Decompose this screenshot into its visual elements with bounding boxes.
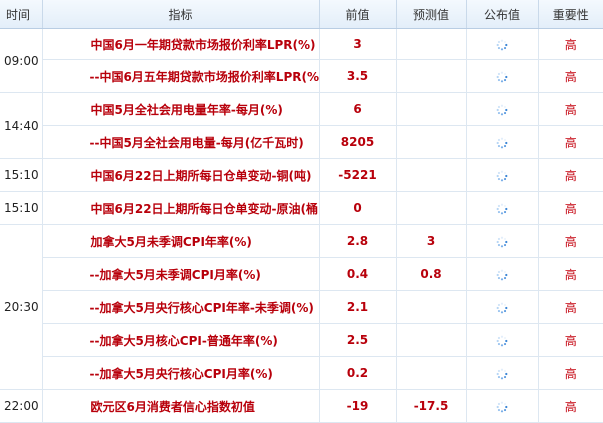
previous-value-cell: 2.5 <box>318 323 396 357</box>
header-forecast[interactable]: 预测值 <box>395 0 466 29</box>
previous-value-cell: 0 <box>318 191 396 225</box>
forecast-value-cell: -17.5 <box>395 389 466 423</box>
importance-cell: 高 <box>537 224 603 258</box>
previous-value-cell: 2.8 <box>318 224 396 258</box>
indicator-cell[interactable]: --加拿大5月央行核心CPI月率(%) <box>41 356 319 390</box>
importance-cell: 高 <box>537 28 603 60</box>
table-row[interactable]: --加拿大5月核心CPI-普通年率(%) 2.5 高 <box>0 323 603 357</box>
previous-value-cell: 2.1 <box>318 290 396 324</box>
loading-spinner-icon <box>496 401 508 412</box>
forecast-value-cell <box>395 290 466 324</box>
time-cell: 15:10 <box>0 158 42 192</box>
time-cell: 14:40 <box>0 92 42 159</box>
loading-spinner-icon <box>496 137 508 148</box>
time-cell: 22:00 <box>0 389 42 423</box>
previous-value-cell: 0.2 <box>318 356 396 390</box>
header-published[interactable]: 公布值 <box>465 0 538 29</box>
published-value-cell <box>465 356 538 390</box>
indicator-cell[interactable]: 欧元区6月消费者信心指数初值 <box>41 389 319 423</box>
published-value-cell <box>465 158 538 192</box>
importance-cell: 高 <box>537 191 603 225</box>
published-value-cell <box>465 92 538 126</box>
table-row[interactable]: 09:00 中国6月一年期贷款市场报价利率LPR(%) 3 高 <box>0 28 603 93</box>
table-row[interactable]: 15:10 中国6月22日上期所每日仓单变动-原油(桶) 0 高 <box>0 191 603 225</box>
time-cell: 15:10 <box>0 191 42 225</box>
indicator-cell[interactable]: --加拿大5月核心CPI-普通年率(%) <box>41 323 319 357</box>
table-row[interactable]: 22:00 欧元区6月消费者信心指数初值 -19 -17.5 高 <box>0 389 603 423</box>
indicator-cell[interactable]: --中国5月全社会用电量-每月(亿千瓦时) <box>41 125 319 159</box>
importance-cell: 高 <box>537 125 603 159</box>
published-value-cell <box>465 389 538 423</box>
indicator-cell[interactable]: --中国6月五年期贷款市场报价利率LPR(%) <box>41 59 319 93</box>
table-row[interactable]: --加拿大5月未季调CPI月率(%) 0.4 0.8 高 <box>0 257 603 291</box>
loading-spinner-icon <box>496 269 508 280</box>
indicator-cell[interactable]: --加拿大5月未季调CPI月率(%) <box>41 257 319 291</box>
forecast-value-cell <box>395 92 466 126</box>
indicator-cell[interactable]: 中国6月一年期贷款市场报价利率LPR(%) <box>41 28 319 60</box>
time-cell: 09:00 <box>0 28 42 93</box>
indicator-cell[interactable]: 中国6月22日上期所每日仓单变动-原油(桶) <box>41 191 319 225</box>
loading-spinner-icon <box>496 71 508 82</box>
previous-value-cell: -19 <box>318 389 396 423</box>
indicator-cell[interactable]: --加拿大5月央行核心CPI年率-未季调(%) <box>41 290 319 324</box>
table-row[interactable]: --加拿大5月央行核心CPI月率(%) 0.2 高 <box>0 356 603 390</box>
published-value-cell <box>465 290 538 324</box>
published-value-cell <box>465 28 538 60</box>
table-row[interactable]: 14:40 中国5月全社会用电量年率-每月(%) 6 高 <box>0 92 603 159</box>
importance-cell: 高 <box>537 59 603 93</box>
published-value-cell <box>465 191 538 225</box>
forecast-value-cell <box>395 28 466 60</box>
forecast-value-cell <box>395 191 466 225</box>
importance-cell: 高 <box>537 323 603 357</box>
indicator-cell[interactable]: 加拿大5月未季调CPI年率(%) <box>41 224 319 258</box>
loading-spinner-icon <box>496 39 508 50</box>
header-indicator[interactable]: 指标 <box>41 0 319 29</box>
importance-cell: 高 <box>537 290 603 324</box>
previous-value-cell: -5221 <box>318 158 396 192</box>
indicator-cell[interactable]: 中国5月全社会用电量年率-每月(%) <box>41 92 319 126</box>
header-previous[interactable]: 前值 <box>318 0 396 29</box>
forecast-value-cell: 0.8 <box>395 257 466 291</box>
loading-spinner-icon <box>496 104 508 115</box>
indicator-cell[interactable]: 中国6月22日上期所每日仓单变动-铜(吨) <box>41 158 319 192</box>
loading-spinner-icon <box>496 368 508 379</box>
importance-cell: 高 <box>537 158 603 192</box>
published-value-cell <box>465 224 538 258</box>
economic-calendar-table: 时间 指标 前值 预测值 公布值 重要性 09:00 中国6月一年期贷款市场报价利… <box>0 0 603 423</box>
table-row[interactable]: --中国5月全社会用电量-每月(亿千瓦时) 8205 高 <box>0 125 603 159</box>
importance-cell: 高 <box>537 389 603 423</box>
forecast-value-cell <box>395 125 466 159</box>
table-row[interactable]: --加拿大5月央行核心CPI年率-未季调(%) 2.1 高 <box>0 290 603 324</box>
published-value-cell <box>465 323 538 357</box>
forecast-value-cell <box>395 158 466 192</box>
loading-spinner-icon <box>496 236 508 247</box>
loading-spinner-icon <box>496 170 508 181</box>
forecast-value-cell <box>395 323 466 357</box>
header-importance[interactable]: 重要性 <box>537 0 603 29</box>
published-value-cell <box>465 125 538 159</box>
forecast-value-cell <box>395 356 466 390</box>
forecast-value-cell: 3 <box>395 224 466 258</box>
published-value-cell <box>465 59 538 93</box>
loading-spinner-icon <box>496 335 508 346</box>
importance-cell: 高 <box>537 92 603 126</box>
loading-spinner-icon <box>496 203 508 214</box>
forecast-value-cell <box>395 59 466 93</box>
previous-value-cell: 3 <box>318 28 396 60</box>
importance-cell: 高 <box>537 356 603 390</box>
table-row[interactable]: --中国6月五年期贷款市场报价利率LPR(%) 3.5 高 <box>0 59 603 93</box>
table-header-row: 时间 指标 前值 预测值 公布值 重要性 <box>0 0 603 29</box>
previous-value-cell: 8205 <box>318 125 396 159</box>
loading-spinner-icon <box>496 302 508 313</box>
table-body: 09:00 中国6月一年期贷款市场报价利率LPR(%) 3 高 --中国6月五年期贷款市… <box>0 28 603 423</box>
previous-value-cell: 3.5 <box>318 59 396 93</box>
header-time[interactable]: 时间 <box>0 0 42 29</box>
table-row[interactable]: 20:30 加拿大5月未季调CPI年率(%) 2.8 3 高 <box>0 224 603 390</box>
previous-value-cell: 0.4 <box>318 257 396 291</box>
importance-cell: 高 <box>537 257 603 291</box>
previous-value-cell: 6 <box>318 92 396 126</box>
published-value-cell <box>465 257 538 291</box>
time-cell: 20:30 <box>0 224 42 390</box>
table-row[interactable]: 15:10 中国6月22日上期所每日仓单变动-铜(吨) -5221 高 <box>0 158 603 192</box>
